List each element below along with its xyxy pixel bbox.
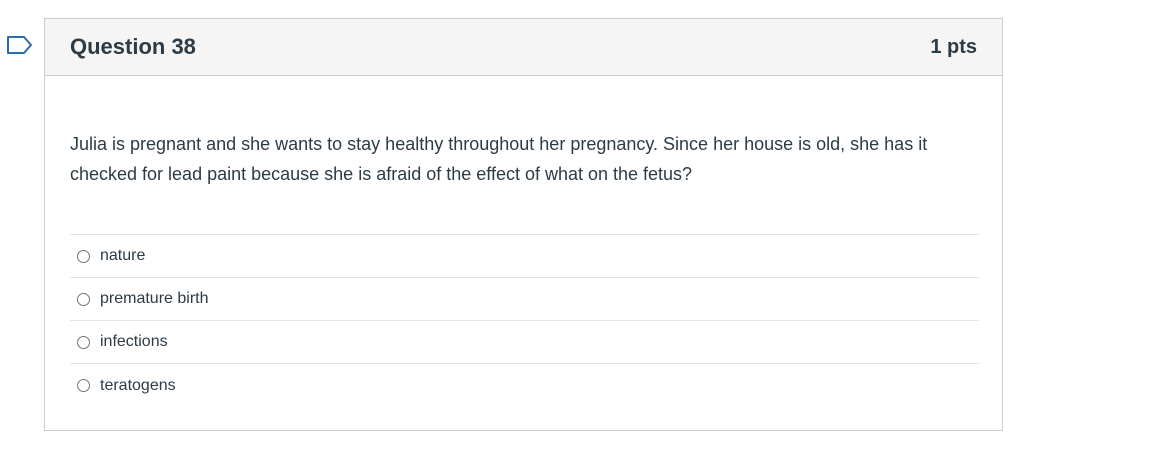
answer-label[interactable]: nature <box>100 247 145 265</box>
answer-label[interactable]: premature birth <box>100 290 209 308</box>
question-title: Question 38 <box>70 34 196 59</box>
radio-button[interactable] <box>77 379 90 392</box>
answer-option-infections[interactable]: infections <box>70 321 979 364</box>
radio-button[interactable] <box>77 335 90 349</box>
question-card: Question 38 1 pts Julia is pregnant and … <box>44 18 1003 431</box>
answer-label[interactable]: teratogens <box>100 377 176 395</box>
answer-label[interactable]: infections <box>100 333 168 351</box>
answer-option-premature-birth[interactable]: premature birth <box>70 278 979 321</box>
flag-question-icon[interactable] <box>6 35 34 55</box>
answer-list: nature premature birth infections terato… <box>70 234 979 407</box>
answer-option-nature[interactable]: nature <box>70 235 979 278</box>
answer-option-teratogens[interactable]: teratogens <box>70 364 979 407</box>
radio-button[interactable] <box>77 249 90 263</box>
radio-button[interactable] <box>77 292 90 306</box>
question-header: Question 38 1 pts <box>45 19 1002 76</box>
question-text: Julia is pregnant and she wants to stay … <box>70 134 928 184</box>
question-points: 1 pts <box>930 35 977 58</box>
